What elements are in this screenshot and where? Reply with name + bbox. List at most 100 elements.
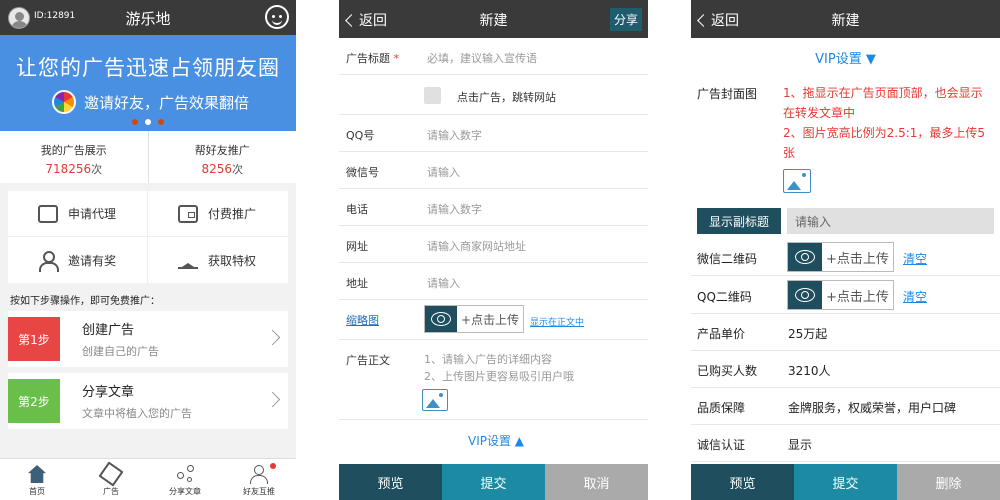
step-tag: 第1步 <box>8 317 60 361</box>
feature-menu: 申请代理 付费推广 邀请有奖 获取特权 <box>8 191 288 283</box>
wallet-icon <box>178 204 198 223</box>
address-input[interactable]: 请输入 <box>427 275 460 291</box>
banner-headline: 让您的广告迅速占领朋友圈 <box>16 56 280 80</box>
show-in-body-link[interactable]: 显示在正文中 <box>530 315 584 328</box>
tab-share-article[interactable]: 分享文章 <box>148 459 222 500</box>
promo-banner[interactable]: 让您的广告迅速占领朋友圈 邀请好友，广告效果翻倍 <box>0 35 296 131</box>
chevron-right-icon <box>264 391 281 408</box>
cover-hint: 1、拖显示在广告页面顶部，也会显示在转发文章中 2、图片宽高比例为2.5:1，最… <box>783 86 986 160</box>
delete-button[interactable]: 删除 <box>897 464 1000 500</box>
address-field[interactable]: 地址 请输入 <box>339 263 648 300</box>
show-subtitle-button[interactable]: 显示副标题 <box>697 208 781 234</box>
subtitle-input[interactable]: 请输入 <box>787 208 994 234</box>
website-field[interactable]: 网址 请输入商家网站地址 <box>339 226 648 263</box>
home-icon <box>28 465 46 483</box>
chevron-right-icon <box>264 329 281 346</box>
qq-field[interactable]: QQ号 请输入数字 <box>339 115 648 152</box>
vip-settings-toggle[interactable]: VIP设置 ▲ <box>468 432 524 449</box>
quality-row[interactable]: 品质保障 金牌服务，权威荣誉，用户口碑 <box>691 388 1000 425</box>
qq-qr-upload[interactable]: +点击上传 <box>787 280 894 310</box>
image-icon[interactable] <box>783 169 811 193</box>
step-desc: 创建自己的广告 <box>82 345 159 358</box>
phone-field[interactable]: 电话 请输入数字 <box>339 189 648 226</box>
step-title: 分享文章 <box>82 385 135 400</box>
screenshot-collage: ID:12891 游乐地 让您的广告迅速占领朋友圈 邀请好友，广告效果翻倍 我的… <box>0 0 1000 500</box>
cover-image-row: 广告封面图 1、拖显示在广告页面顶部，也会显示在转发文章中 2、图片宽高比例为2… <box>691 73 1000 203</box>
vip-settings-toggle[interactable]: VIP设置 ▼ <box>691 38 1000 73</box>
submit-button[interactable]: 提交 <box>442 464 545 500</box>
tab-friends[interactable]: 好友互推 <box>222 459 296 500</box>
jump-website-label: 点击广告，跳转网站 <box>457 91 556 104</box>
tab-ads[interactable]: 广告 <box>74 459 148 500</box>
integrity-row[interactable]: 诚信认证 显示 <box>691 425 1000 462</box>
image-icon[interactable] <box>422 389 448 411</box>
cover-label: 广告封面图 <box>697 87 758 101</box>
thumbnail-link[interactable]: 缩略图 <box>346 312 379 328</box>
phone-input[interactable]: 请输入数字 <box>427 201 482 217</box>
unit-price-row[interactable]: 产品单价 25万起 <box>691 314 1000 351</box>
carousel-dot[interactable] <box>131 119 138 125</box>
step-share-article[interactable]: 第2步 分享文章 文章中将植入您的广告 <box>8 373 288 429</box>
wechat-qr-row: 微信二维码 +点击上传 清空 <box>691 238 1000 276</box>
action-bar: 预览 提交 取消 <box>339 464 648 500</box>
carousel-dot-active[interactable] <box>145 119 151 125</box>
upload-icon <box>425 306 457 332</box>
ad-body-field[interactable]: 广告正文 1、请输入广告的详细内容 2、上传图片更容易吸引用户哦 <box>339 340 648 420</box>
submit-button[interactable]: 提交 <box>794 464 897 500</box>
step-create-ad[interactable]: 第1步 创建广告 创建自己的广告 <box>8 311 288 367</box>
jump-website-checkbox[interactable] <box>424 87 441 104</box>
bottom-tabbar: 首页 广告 分享文章 好友互推 <box>0 458 296 500</box>
pen-icon <box>98 461 124 487</box>
menu-get-privilege[interactable]: 获取特权 <box>148 237 288 283</box>
page-title: 新建 <box>831 13 860 29</box>
wechat-field[interactable]: 微信号 请输入 <box>339 152 648 189</box>
share-button[interactable]: 分享 <box>609 8 642 31</box>
home-screen: ID:12891 游乐地 让您的广告迅速占领朋友圈 邀请好友，广告效果翻倍 我的… <box>0 0 296 500</box>
qq-qr-row: QQ二维码 +点击上传 清空 <box>691 276 1000 314</box>
thumbnail-row: 缩略图 +点击上传 显示在正文中 <box>339 300 648 340</box>
buyers-row[interactable]: 已购买人数 3210人 <box>691 351 1000 388</box>
page-title: 新建 <box>479 13 508 29</box>
stat-my-ads[interactable]: 我的广告展示 718256次 <box>0 131 148 183</box>
nav-bar: 返回 新建 <box>691 0 1000 38</box>
action-bar: 预览 提交 删除 <box>691 464 1000 500</box>
agent-icon <box>38 204 58 223</box>
app-header: ID:12891 游乐地 <box>0 0 296 35</box>
preview-button[interactable]: 预览 <box>339 464 442 500</box>
carousel-indicator[interactable] <box>0 110 296 129</box>
customer-service-icon[interactable] <box>265 5 289 29</box>
menu-invite-reward[interactable]: 邀请有奖 <box>8 237 148 283</box>
wechat-qr-clear[interactable]: 清空 <box>903 250 927 267</box>
upload-icon <box>788 243 822 271</box>
wechat-qr-upload[interactable]: +点击上传 <box>787 242 894 272</box>
carousel-dot[interactable] <box>158 119 165 125</box>
stat-label: 我的广告展示 <box>40 144 107 157</box>
step-desc: 文章中将植入您的广告 <box>82 407 192 420</box>
new-ad-screen: 返回 新建 分享 广告标题 * 必填，建议输入宣传语 点击广告，跳转网站 QQ号… <box>339 0 648 500</box>
stat-value: 718256次 <box>45 162 103 176</box>
qq-input[interactable]: 请输入数字 <box>427 127 482 143</box>
preview-button[interactable]: 预览 <box>691 464 794 500</box>
menu-paid-promo[interactable]: 付费推广 <box>148 191 288 237</box>
wechat-input[interactable]: 请输入 <box>427 164 460 180</box>
nav-bar: 返回 新建 分享 <box>339 0 648 38</box>
body-hint-1: 1、请输入广告的详细内容 <box>424 353 552 366</box>
menu-apply-agent[interactable]: 申请代理 <box>8 191 148 237</box>
invite-icon <box>38 251 59 272</box>
tab-home[interactable]: 首页 <box>0 459 74 500</box>
ad-title-input[interactable]: 必填，建议输入宣传语 <box>427 50 537 66</box>
app-title: 游乐地 <box>125 10 171 28</box>
stat-label: 帮好友推广 <box>194 144 250 157</box>
notification-badge <box>270 463 276 469</box>
thumbnail-upload[interactable]: +点击上传 <box>424 305 525 333</box>
ad-title-field[interactable]: 广告标题 * 必填，建议输入宣传语 <box>339 38 648 75</box>
subtitle-row: 显示副标题 请输入 <box>691 203 1000 238</box>
jump-website-row: 点击广告，跳转网站 <box>339 75 648 115</box>
step-tag: 第2步 <box>8 379 60 423</box>
website-input[interactable]: 请输入商家网站地址 <box>427 238 526 254</box>
cancel-button[interactable]: 取消 <box>545 464 648 500</box>
body-hint-2: 2、上传图片更容易吸引用户哦 <box>424 370 574 383</box>
step-title: 创建广告 <box>82 323 135 338</box>
stat-friend-promo[interactable]: 帮好友推广 8256次 <box>147 131 297 183</box>
qq-qr-clear[interactable]: 清空 <box>903 288 927 305</box>
